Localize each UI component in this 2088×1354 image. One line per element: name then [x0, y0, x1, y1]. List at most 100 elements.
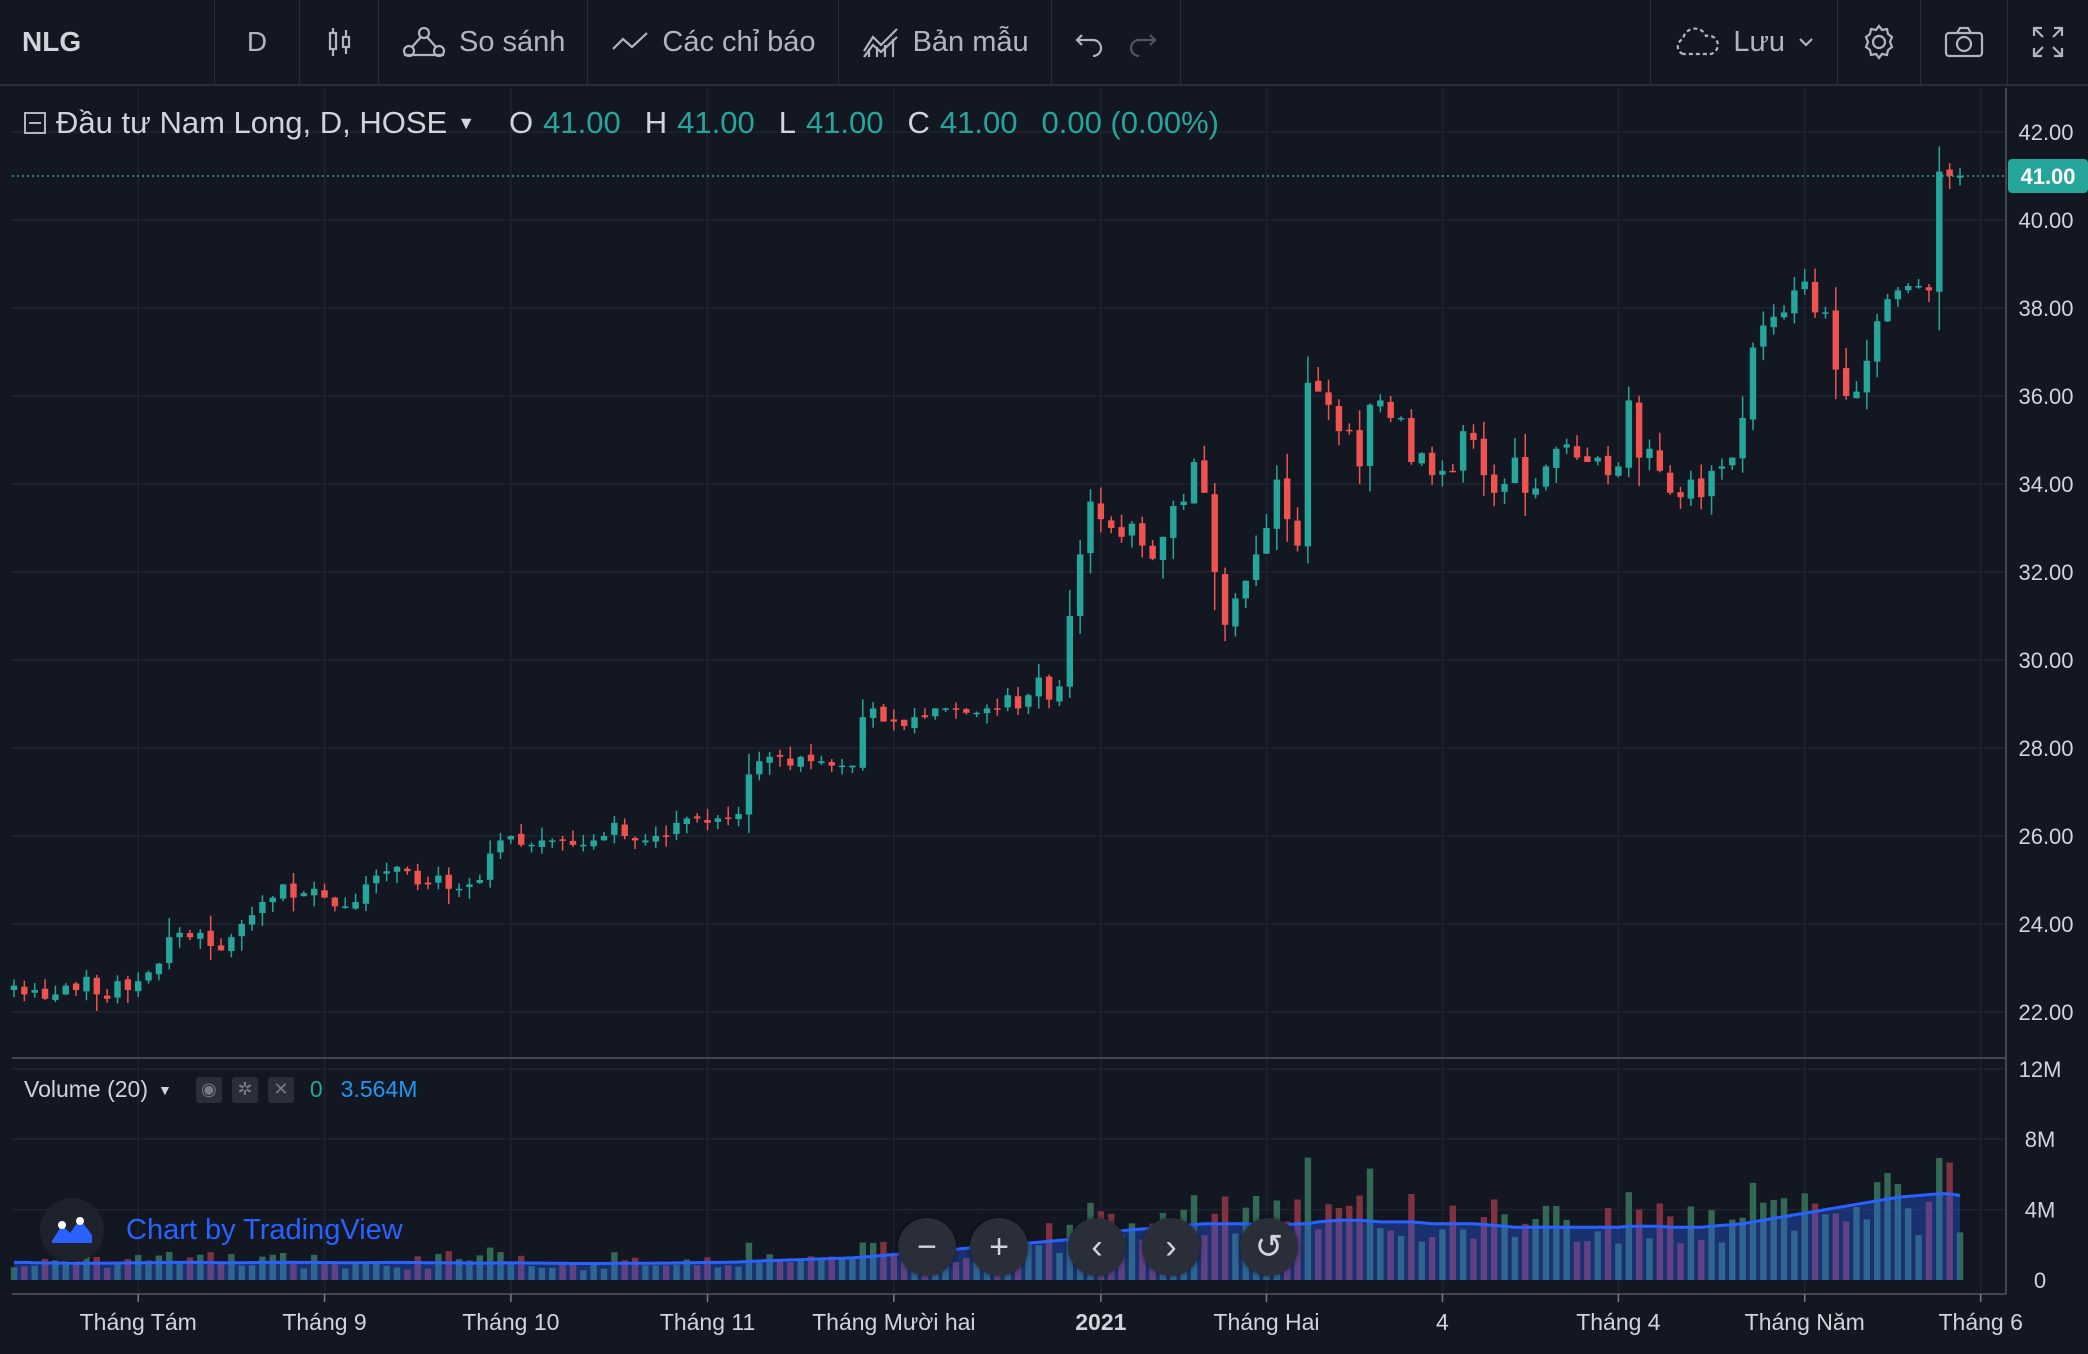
candle-body — [1842, 368, 1850, 396]
candle-body — [1118, 527, 1125, 537]
candle-body — [186, 933, 194, 938]
volume-tick-label: 12M — [2019, 1057, 2062, 1082]
candle-body — [1108, 520, 1115, 528]
candle-body — [1625, 400, 1632, 468]
time-axis: Tháng Tám Tháng 9 Tháng 10 Tháng 11 Tháng Mư… — [80, 1294, 2023, 1335]
candle-body — [1584, 456, 1591, 462]
candle-body — [900, 719, 908, 726]
candle-body — [1387, 401, 1394, 418]
candle-body — [1511, 457, 1519, 484]
candle-body — [1356, 430, 1363, 467]
volume-dropdown-icon[interactable]: ▼ — [158, 1082, 172, 1098]
candle-body — [1304, 382, 1312, 547]
candle-body — [1221, 574, 1229, 625]
low-key: L — [778, 105, 796, 140]
candle-body — [1170, 506, 1177, 538]
candle-body — [1004, 695, 1011, 708]
candle-body — [890, 719, 898, 722]
candle-body — [1377, 400, 1384, 407]
candle-body — [1739, 418, 1746, 459]
close-value: 41.00 — [939, 105, 1018, 140]
candle-body — [1025, 695, 1032, 707]
series-dropdown-icon[interactable]: ▼ — [457, 113, 475, 134]
candle-body — [466, 884, 473, 887]
candle-body — [1159, 536, 1167, 560]
collapse-legend-icon[interactable] — [24, 112, 46, 134]
scroll-left-button[interactable]: ‹ — [1068, 1218, 1126, 1276]
price-chart[interactable]: 42.00 40.00 38.00 36.00 34.00 32.00 30.00 28.00… — [0, 0, 2088, 1354]
eye-icon[interactable]: ◉ — [195, 1076, 222, 1103]
candle-body — [1635, 402, 1643, 458]
candle-body — [662, 835, 670, 837]
zoom-in-button[interactable]: + — [970, 1218, 1028, 1276]
candle-body — [1522, 456, 1529, 493]
candle-body — [683, 818, 691, 825]
candle-body — [1263, 528, 1270, 554]
candle-body — [880, 706, 887, 722]
gear-icon[interactable]: ✲ — [231, 1076, 258, 1103]
candle-body — [373, 875, 380, 884]
time-tick-label: Tháng 9 — [282, 1309, 366, 1335]
candle-body — [1014, 696, 1022, 709]
candle-body — [725, 817, 732, 819]
candle-body — [1480, 438, 1488, 476]
candle-body — [1677, 492, 1684, 498]
candle-body — [197, 932, 204, 939]
volume-tick-label: 4M — [2025, 1198, 2056, 1223]
candle-body — [983, 708, 991, 714]
candle-body — [911, 717, 918, 728]
candle-body — [1553, 448, 1560, 469]
price-tick-label: 36.00 — [2018, 384, 2073, 409]
candle-body — [1604, 455, 1612, 476]
candle-body — [1087, 501, 1094, 554]
reset-chart-button[interactable]: ↺ — [1240, 1218, 1298, 1276]
scroll-right-button[interactable]: › — [1142, 1218, 1200, 1276]
open-value: 41.00 — [543, 105, 621, 140]
candle-body — [238, 924, 245, 937]
candle-body — [342, 906, 349, 908]
time-tick-label: Tháng Mười hai — [812, 1309, 975, 1335]
candle-body — [290, 883, 297, 898]
watermark-label: Chart by TradingView — [126, 1213, 403, 1246]
candle-body — [414, 870, 421, 885]
candle-body — [1615, 466, 1622, 476]
candle-body — [455, 888, 463, 891]
candle-body — [1490, 474, 1498, 493]
candle-body — [1853, 391, 1860, 399]
candle-body — [352, 902, 359, 909]
time-tick-label: Tháng Hai — [1213, 1309, 1319, 1335]
candle-body — [1325, 392, 1332, 405]
tradingview-watermark[interactable]: Chart by TradingView — [40, 1198, 403, 1262]
candle-body — [228, 937, 235, 952]
candle-body — [859, 717, 866, 768]
candle-body — [31, 990, 38, 993]
candle-body — [963, 709, 970, 713]
candle-body — [580, 844, 587, 847]
candle-body — [1905, 286, 1912, 291]
candle-body — [62, 985, 69, 995]
candle-body — [1139, 523, 1146, 546]
price-tick-label: 42.00 — [2018, 120, 2073, 145]
candle-body — [766, 756, 773, 763]
candle-body — [176, 932, 183, 938]
time-tick-label: Tháng Năm — [1745, 1309, 1865, 1335]
candle-body — [869, 708, 877, 719]
volume-title[interactable]: Volume (20) — [24, 1076, 148, 1103]
candle-body — [1501, 484, 1508, 492]
candle-body — [611, 822, 618, 835]
candle-body — [1801, 281, 1808, 290]
candle-body — [849, 765, 856, 768]
series-title[interactable]: Đầu tư Nam Long, D, HOSE — [56, 105, 447, 141]
candle-body — [559, 839, 566, 841]
candle-body — [1439, 470, 1446, 475]
close-icon[interactable]: ✕ — [267, 1076, 294, 1103]
candle-body — [1315, 380, 1322, 392]
candle-body — [818, 761, 825, 764]
zoom-out-button[interactable]: − — [898, 1218, 956, 1276]
candle-body — [166, 937, 173, 963]
candle-body — [652, 836, 659, 842]
candle-body — [1335, 406, 1343, 432]
price-tick-label: 30.00 — [2018, 648, 2073, 673]
candle-body — [1066, 616, 1074, 687]
candle-body — [259, 902, 266, 914]
